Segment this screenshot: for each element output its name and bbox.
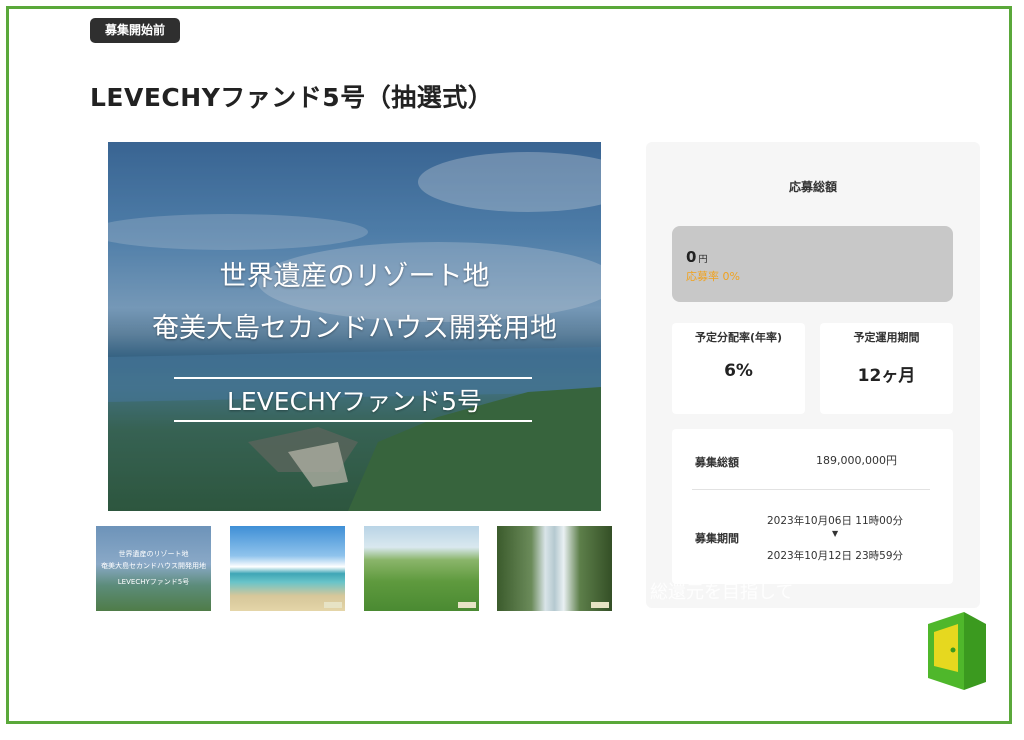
period-label: 募集期間 (695, 532, 739, 545)
divider (692, 489, 930, 490)
period-end: 2023年10月12日 23時59分 (767, 550, 904, 562)
fund-summary-panel: 応募総額 0円 応募率 0% 予定分配率(年率) 6% 予定運用期間 12ヶ月 … (646, 142, 980, 608)
faded-overlay-text: 総還元を目指して (650, 582, 794, 603)
watermark (324, 602, 342, 608)
hero-headline: 世界遺産のリゾート地 (219, 261, 490, 292)
card-label: 予定運用期間 (853, 331, 920, 344)
thumbnail-1[interactable]: 世界遺産のリゾート地 奄美大島セカンドハウス開発用地 LEVECHYファンド5号 (96, 526, 211, 611)
recruitment-info: 募集総額 189,000,000円 募集期間 2023年10月06日 11時00… (672, 429, 953, 584)
total-value: 189,000,000円 (816, 454, 897, 467)
thumbnail-text: LEVECHYファンド5号 (117, 578, 190, 586)
hero-fund-name: LEVECHYファンド5号 (226, 387, 483, 416)
page-title: LEVECHYファンド5号（抽選式） (90, 83, 494, 112)
thumbnail-3[interactable] (364, 526, 479, 611)
hero-subheadline: 奄美大島セカンドハウス開発用地 (152, 313, 557, 344)
watermark (591, 602, 609, 608)
hero-rule-bottom (174, 420, 532, 422)
watermark (458, 602, 476, 608)
hero-rule-top (174, 377, 532, 379)
card-value: 12ヶ月 (857, 366, 916, 386)
operation-period-card: 予定運用期間 12ヶ月 (820, 323, 953, 414)
door-logo-icon (928, 612, 986, 690)
application-amount-box: 0円 応募率 0% (672, 226, 953, 302)
down-arrow-icon: ▼ (832, 529, 839, 538)
card-label: 予定分配率(年率) (694, 331, 783, 344)
application-rate: 応募率 0% (686, 270, 740, 283)
amount-number: 0 (686, 248, 697, 266)
status-badge: 募集開始前 (90, 18, 180, 43)
panel-heading: 応募総額 (788, 180, 837, 194)
application-amount: 0円 (686, 248, 707, 266)
distribution-rate-card: 予定分配率(年率) 6% (672, 323, 805, 414)
total-label: 募集総額 (695, 456, 739, 469)
amount-unit: 円 (698, 255, 708, 265)
main-image[interactable]: 世界遺産のリゾート地 奄美大島セカンドハウス開発用地 LEVECHYファンド5号 (108, 142, 601, 511)
thumbnail-text: 世界遺産のリゾート地 (118, 550, 189, 558)
thumbnail-2[interactable] (230, 526, 345, 611)
period-start: 2023年10月06日 11時00分 (767, 515, 904, 527)
card-value: 6% (724, 361, 753, 381)
thumbnail-text: 奄美大島セカンドハウス開発用地 (101, 562, 206, 570)
thumbnail-4[interactable] (497, 526, 612, 611)
